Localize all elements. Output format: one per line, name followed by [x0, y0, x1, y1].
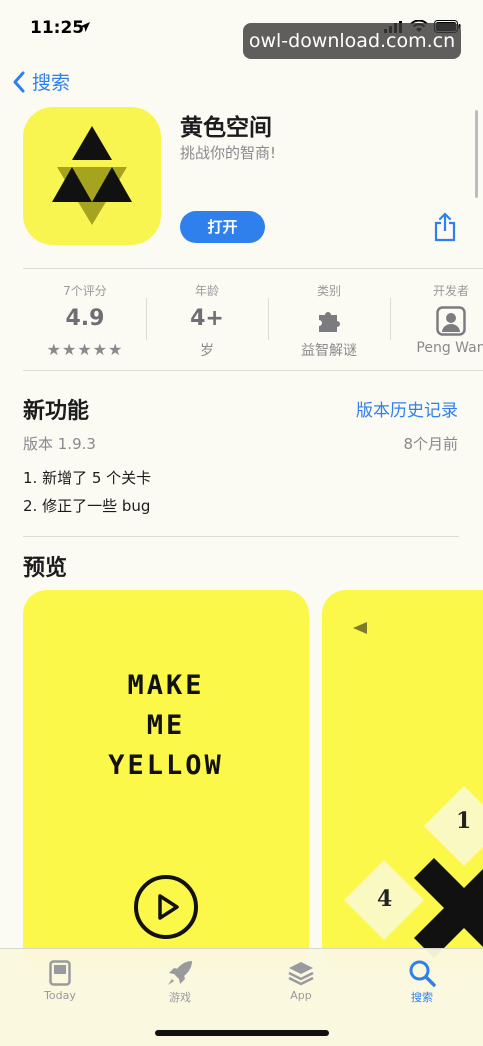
preview-text-line: MAKE — [127, 670, 205, 701]
preview-screenshot-1[interactable]: MAKE ME YELLOW — [23, 590, 309, 970]
category-icon-wrap — [268, 306, 390, 336]
person-icon — [436, 306, 466, 336]
share-button[interactable] — [432, 212, 458, 246]
age-value: 4+ — [190, 306, 224, 331]
app-title: 黄色空间 — [180, 115, 272, 141]
tile-number: 4 — [377, 886, 393, 912]
tab-today[interactable]: Today — [20, 957, 100, 1002]
preview-text-line: YELLOW — [108, 750, 224, 781]
open-button[interactable]: 打开 — [180, 211, 265, 243]
tab-label: Today — [44, 989, 76, 1002]
layers-icon — [288, 962, 314, 986]
rating-stars: ★★★★★ — [46, 340, 124, 359]
scroll-indicator — [475, 110, 478, 198]
tile-number: 1 — [456, 808, 472, 834]
preview-screenshot-2[interactable]: 1 4 — [322, 590, 483, 970]
back-button[interactable]: 搜索 — [12, 68, 70, 95]
tab-apps[interactable]: App — [261, 957, 341, 1002]
tab-games[interactable]: 游戏 — [140, 957, 220, 1005]
status-time: 11:25 — [30, 18, 85, 38]
tab-label: 游戏 — [169, 991, 191, 1004]
home-indicator[interactable] — [155, 1030, 329, 1036]
divider — [23, 268, 483, 269]
puzzle-icon — [319, 312, 340, 332]
app-icon — [23, 107, 161, 245]
version-text: 版本 1.9.3 — [23, 435, 96, 453]
tab-search[interactable]: 搜索 — [382, 957, 462, 1005]
back-label: 搜索 — [32, 72, 71, 94]
preview-text-line: ME — [146, 710, 186, 741]
release-note: 1. 新增了 5 个关卡 — [23, 469, 152, 487]
app-subtitle: 挑战你的智商! — [180, 144, 277, 162]
triangle-left-icon — [353, 622, 367, 634]
category-label: 类别 — [316, 284, 341, 298]
info-ratings: 7个评分 4.9 ★★★★★ — [24, 282, 146, 359]
developer-sub: Peng Wan — [416, 340, 483, 356]
release-note: 2. 修正了一些 bug — [23, 497, 151, 515]
whats-new-title: 新功能 — [23, 399, 90, 424]
tab-label: App — [290, 989, 312, 1002]
info-developer[interactable]: 开发者 Peng Wan — [390, 282, 483, 356]
search-icon — [409, 960, 436, 987]
version-history-link[interactable]: 版本历史记录 — [356, 396, 458, 421]
rocket-icon — [168, 961, 192, 985]
share-icon — [434, 212, 456, 242]
game-board — [344, 786, 483, 958]
info-age: 年龄 4+ 岁 — [146, 282, 268, 360]
tab-label: 搜索 — [411, 991, 433, 1004]
location-arrow-icon — [80, 22, 90, 32]
ratings-label: 7个评分 — [63, 284, 107, 298]
watermark: owl-download.com.cn — [243, 23, 461, 59]
play-icon — [134, 875, 198, 939]
today-icon — [49, 960, 71, 986]
divider — [23, 536, 459, 537]
age-sub: 岁 — [200, 343, 214, 359]
developer-icon-wrap — [390, 306, 483, 336]
release-ago: 8个月前 — [403, 435, 458, 453]
ratings-value: 4.9 — [65, 306, 105, 331]
divider — [23, 370, 483, 371]
category-sub: 益智解谜 — [301, 343, 357, 359]
chevron-left-icon — [13, 71, 25, 92]
age-label: 年龄 — [194, 284, 219, 298]
developer-label: 开发者 — [432, 284, 469, 298]
info-category[interactable]: 类别 益智解谜 — [268, 282, 390, 360]
preview-title: 预览 — [23, 556, 68, 581]
